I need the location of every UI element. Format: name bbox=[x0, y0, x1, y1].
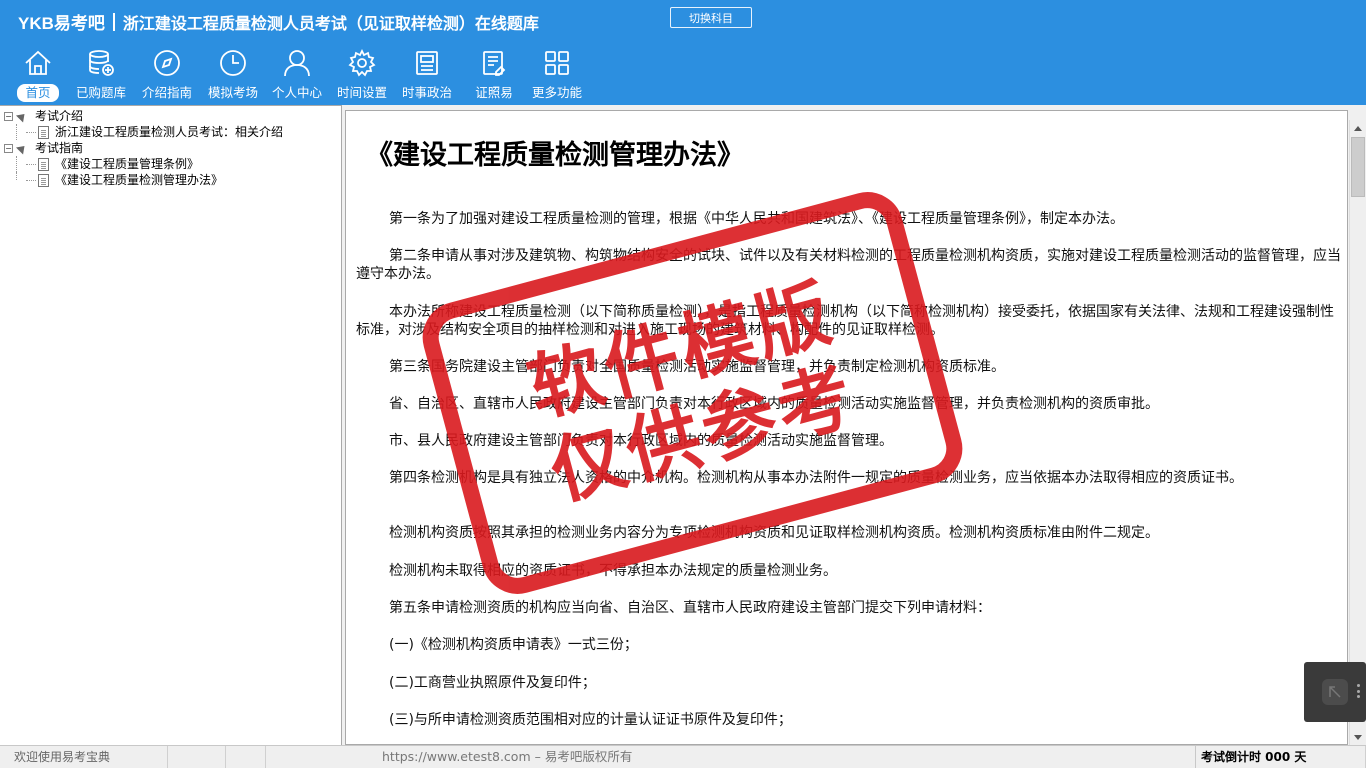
tree-item-measures[interactable]: 《建设工程质量检测管理办法》 bbox=[4, 172, 283, 188]
nav-mock-exam[interactable]: 模拟考场 bbox=[200, 46, 266, 102]
tree-item-intro[interactable]: 浙江建设工程质量检测人员考试：相关介绍 bbox=[4, 124, 283, 140]
tree: − 考试介绍 浙江建设工程质量检测人员考试：相关介绍 − 考试指南 《建设工程质… bbox=[4, 108, 283, 188]
tree-panel: − 考试介绍 浙江建设工程质量检测人员考试：相关介绍 − 考试指南 《建设工程质… bbox=[0, 105, 342, 745]
clock-icon bbox=[216, 46, 250, 80]
nav-label: 已购题库 bbox=[76, 85, 127, 100]
news-icon bbox=[410, 46, 444, 80]
status-welcome: 欢迎使用易考宝典 bbox=[0, 746, 168, 768]
certificate-icon bbox=[477, 46, 511, 80]
database-icon bbox=[84, 46, 118, 80]
tree-line bbox=[16, 124, 17, 140]
scroll-up-icon[interactable] bbox=[1350, 120, 1366, 136]
document-icon bbox=[38, 157, 49, 171]
more-options-icon[interactable] bbox=[1357, 684, 1360, 698]
status-cell bbox=[168, 746, 226, 768]
top-bar: YKB易考吧 浙江建设工程质量检测人员考试（见证取样检测）在线题库 切换科目 首… bbox=[0, 0, 1366, 105]
nav-label: 模拟考场 bbox=[208, 85, 259, 100]
grid-icon bbox=[540, 46, 574, 80]
nav-more[interactable]: 更多功能 bbox=[523, 46, 591, 102]
paragraph: (二)工商营业执照原件及复印件； bbox=[389, 675, 596, 691]
app-title: 浙江建设工程质量检测人员考试（见证取样检测）在线题库 bbox=[122, 13, 539, 33]
nav-label: 个人中心 bbox=[272, 85, 323, 100]
tree-group-label: 考试指南 bbox=[35, 141, 84, 155]
scrollbar-thumb[interactable] bbox=[1351, 137, 1365, 197]
paragraph: 第五条申请检测资质的机构应当向省、自治区、直辖市人民政府建设主管部门提交下列申请… bbox=[389, 600, 991, 616]
nav-label: 更多功能 bbox=[531, 85, 582, 100]
document-title: 《建设工程质量检测管理办法》 bbox=[366, 140, 744, 171]
tree-line bbox=[26, 164, 36, 165]
tree-group-label: 考试介绍 bbox=[35, 109, 84, 123]
nav-label: 首页 bbox=[17, 84, 59, 102]
nav-certificate[interactable]: 证照易 bbox=[466, 46, 522, 102]
nav-current-affairs[interactable]: 时事政治 bbox=[393, 46, 461, 102]
brand: YKB易考吧 浙江建设工程质量检测人员考试（见证取样检测）在线题库 bbox=[18, 9, 539, 34]
tree-group-exam-guide[interactable]: − 考试指南 bbox=[4, 140, 283, 156]
nav-guide[interactable]: 介绍指南 bbox=[134, 46, 200, 102]
tree-group-exam-intro[interactable]: − 考试介绍 bbox=[4, 108, 283, 124]
nav-time-settings[interactable]: 时间设置 bbox=[328, 46, 396, 102]
nav-label: 时间设置 bbox=[336, 85, 387, 100]
switch-subject-button[interactable]: 切换科目 bbox=[670, 7, 752, 28]
gear-icon bbox=[345, 46, 379, 80]
user-icon bbox=[280, 46, 314, 80]
tree-line bbox=[26, 180, 36, 181]
nav-label: 介绍指南 bbox=[142, 85, 193, 100]
nav-label: 证照易 bbox=[475, 85, 513, 100]
scroll-down-icon[interactable] bbox=[1350, 729, 1366, 745]
tree-line bbox=[26, 132, 36, 133]
nav-label: 时事政治 bbox=[401, 85, 452, 100]
tree-item-label: 《建设工程质量检测管理办法》 bbox=[55, 173, 224, 187]
vertical-scrollbar[interactable] bbox=[1349, 120, 1366, 745]
nav-personal-center[interactable]: 个人中心 bbox=[264, 46, 330, 102]
status-bar: 欢迎使用易考宝典 https://www.etest8.com – 易考吧版权所… bbox=[0, 745, 1366, 768]
tree-line bbox=[16, 172, 17, 180]
exam-countdown: 考试倒计时 000 天 bbox=[1195, 746, 1366, 768]
document-icon bbox=[38, 125, 49, 139]
floating-widget[interactable] bbox=[1304, 662, 1366, 722]
status-copyright: https://www.etest8.com – 易考吧版权所有 bbox=[382, 749, 633, 764]
logo: YKB易考吧 bbox=[18, 14, 105, 33]
tree-item-label: 《建设工程质量管理条例》 bbox=[55, 157, 200, 171]
tree-item-label: 浙江建设工程质量检测人员考试：相关介绍 bbox=[55, 125, 284, 139]
collapse-icon[interactable]: − bbox=[4, 143, 13, 153]
nav-purchased[interactable]: 已购题库 bbox=[70, 46, 132, 102]
document-pin-icon bbox=[38, 173, 49, 187]
paragraph: (一)《检测机构资质申请表》一式三份； bbox=[389, 637, 638, 653]
media-icon bbox=[1322, 679, 1348, 705]
expanded-arrow-icon bbox=[15, 141, 29, 155]
paragraph: (三)与所申请检测资质范围相对应的计量认证证书原件及复印件； bbox=[389, 712, 792, 728]
compass-icon bbox=[150, 46, 184, 80]
nav-home[interactable]: 首页 bbox=[8, 46, 68, 102]
tree-item-regulation[interactable]: 《建设工程质量管理条例》 bbox=[4, 156, 283, 172]
divider bbox=[112, 12, 115, 31]
collapse-icon[interactable]: − bbox=[4, 111, 13, 121]
expanded-arrow-icon bbox=[15, 109, 29, 123]
status-cell bbox=[226, 746, 266, 768]
home-icon bbox=[21, 46, 55, 80]
tree-line bbox=[16, 156, 17, 172]
